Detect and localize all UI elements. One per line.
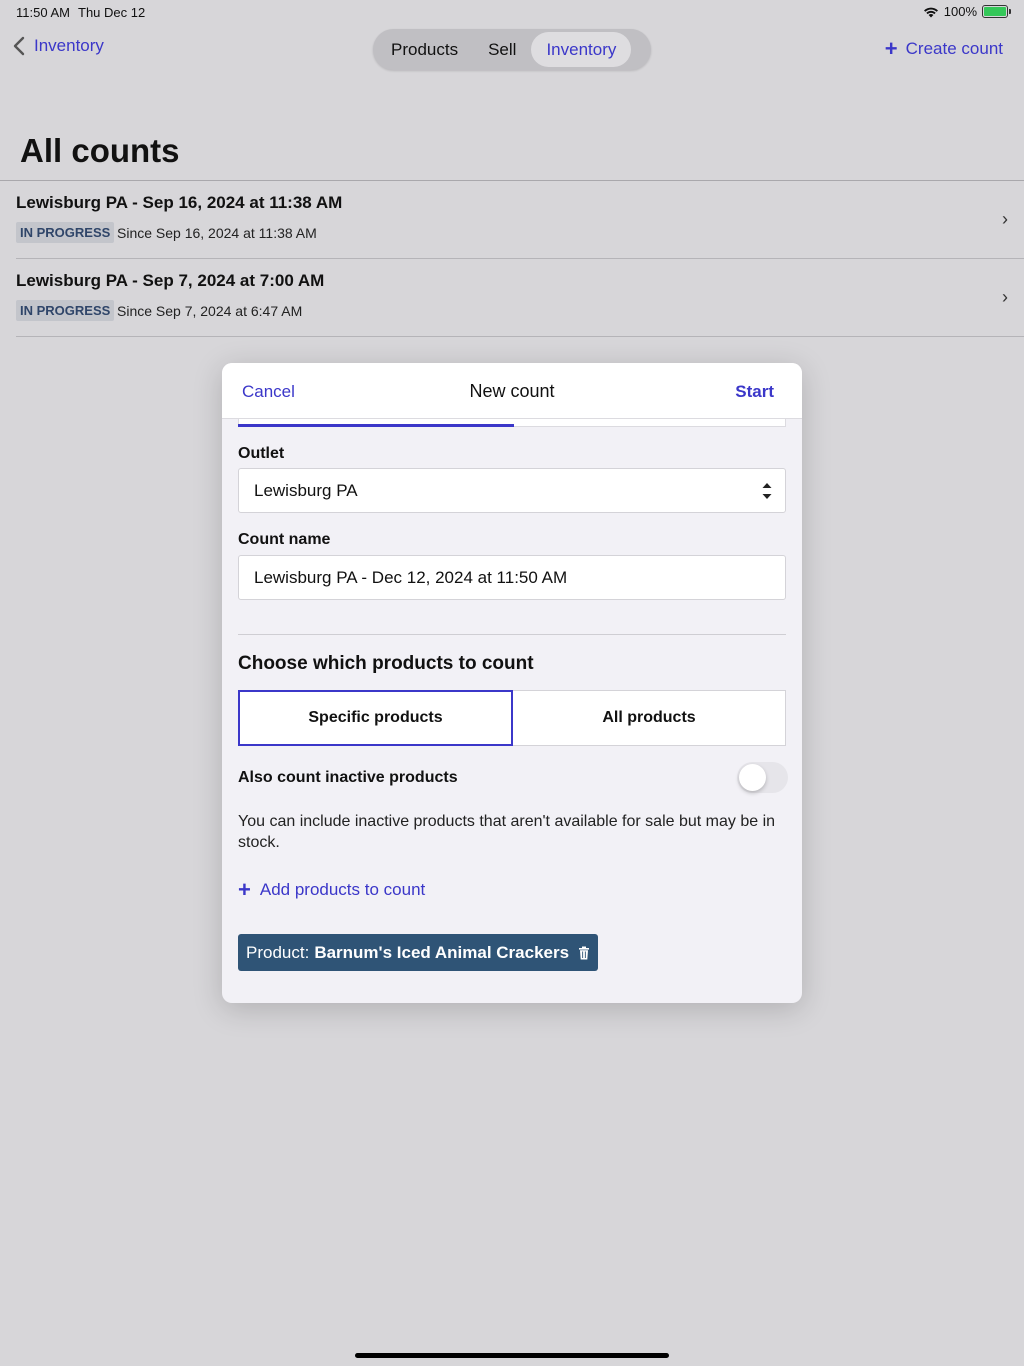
plus-icon: +	[238, 877, 251, 902]
outlet-value: Lewisburg PA	[254, 480, 358, 500]
back-button[interactable]: Inventory	[12, 36, 104, 56]
plus-icon: +	[884, 36, 898, 61]
add-products-label: Add products to count	[259, 880, 426, 899]
scrolled-content-edge	[238, 419, 786, 427]
modal-title: New count	[469, 381, 555, 401]
inactive-products-toggle[interactable]	[737, 762, 788, 793]
tab-products[interactable]: Products	[376, 32, 473, 67]
chevron-right-icon: ›	[1002, 287, 1008, 307]
count-title: Lewisburg PA - Sep 7, 2024 at 7:00 AM	[16, 271, 325, 290]
page-title: All counts	[20, 132, 180, 169]
select-arrows-icon	[762, 483, 772, 499]
status-date: Thu Dec 12	[78, 5, 146, 20]
chip-product-name: Barnum's Iced Animal Crackers	[314, 942, 570, 962]
chevron-left-icon	[13, 36, 25, 56]
count-name-label: Count name	[238, 531, 331, 548]
toggle-knob	[739, 764, 766, 791]
wifi-icon	[923, 7, 938, 17]
status-time: 11:50 AM	[16, 5, 70, 20]
count-name-input[interactable]: Lewisburg PA - Dec 12, 2024 at 11:50 AM	[238, 555, 786, 600]
count-row[interactable]: Lewisburg PA - Sep 7, 2024 at 7:00 AM IN…	[0, 259, 1024, 337]
status-indicators: 100%	[923, 4, 1011, 19]
outlet-select[interactable]: Lewisburg PA	[238, 468, 786, 513]
count-title: Lewisburg PA - Sep 16, 2024 at 11:38 AM	[16, 193, 343, 212]
inactive-products-label: Also count inactive products	[238, 769, 458, 786]
count-name-value: Lewisburg PA - Dec 12, 2024 at 11:50 AM	[254, 567, 568, 587]
outlet-label: Outlet	[238, 445, 285, 462]
status-bar: 11:50 AM Thu Dec 12 100%	[0, 0, 1024, 24]
count-since: Since Sep 16, 2024 at 11:38 AM	[117, 225, 317, 241]
modal-header: Cancel New count Start	[222, 363, 802, 419]
new-count-modal: Cancel New count Start Outlet Lewisburg …	[222, 363, 802, 1003]
battery-icon	[982, 5, 1011, 18]
all-products-option[interactable]: All products	[513, 690, 786, 746]
specific-products-option[interactable]: Specific products	[238, 690, 513, 746]
tab-sell[interactable]: Sell	[473, 32, 531, 67]
status-badge: IN PROGRESS	[16, 222, 115, 243]
main-tabs: Products Sell Inventory	[373, 29, 651, 70]
home-indicator[interactable]	[355, 1353, 669, 1358]
add-products-button[interactable]: + Add products to count	[238, 879, 425, 901]
count-since: Since Sep 7, 2024 at 6:47 AM	[117, 303, 303, 319]
chip-prefix: Product:	[246, 942, 310, 962]
battery-percent: 100%	[943, 4, 977, 19]
divider	[16, 336, 1024, 337]
divider	[238, 634, 786, 635]
product-chip: Product: Barnum's Iced Animal Crackers	[238, 934, 599, 971]
back-label: Inventory	[34, 36, 104, 55]
inactive-help-text: You can include inactive products that a…	[238, 813, 776, 851]
status-badge: IN PROGRESS	[16, 300, 115, 321]
choose-products-heading: Choose which products to count	[238, 653, 534, 674]
create-count-label: Create count	[905, 39, 1003, 58]
count-row[interactable]: Lewisburg PA - Sep 16, 2024 at 11:38 AM …	[0, 181, 1024, 259]
trash-icon[interactable]	[578, 946, 590, 960]
start-button[interactable]: Start	[735, 382, 774, 402]
chevron-right-icon: ›	[1002, 209, 1008, 229]
create-count-button[interactable]: + Create count	[885, 38, 1003, 60]
tab-inventory[interactable]: Inventory	[531, 32, 632, 67]
